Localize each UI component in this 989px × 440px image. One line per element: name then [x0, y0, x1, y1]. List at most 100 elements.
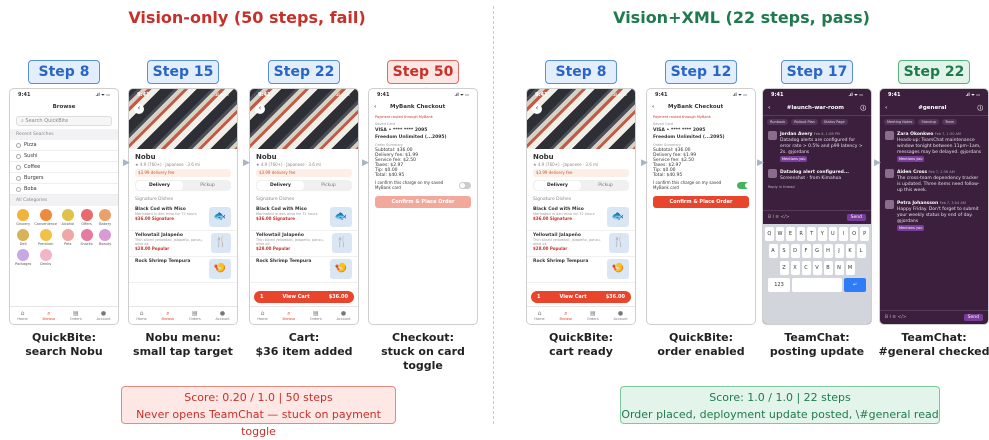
tab-orders[interactable]: ▤ Orders	[310, 310, 322, 321]
author-name: Zara Okonkwo	[897, 132, 934, 137]
channel-chip[interactable]: Runbook	[767, 119, 789, 125]
recent-search-item[interactable]: Coffee	[10, 162, 118, 173]
channel-chip[interactable]: Rollout Plan	[791, 119, 818, 125]
tab-home[interactable]: ⌂ Home	[17, 310, 27, 321]
tab-orders[interactable]: ▤ Orders	[70, 310, 82, 321]
tab-orders[interactable]: ▤ Orders	[189, 310, 201, 321]
confirm-charge-toggle[interactable]	[458, 181, 471, 189]
dish-desc: Thin sliced yellowtail, jalapeño, ponzu,…	[135, 238, 203, 246]
clock-icon	[16, 142, 21, 148]
info-icon[interactable]: ⓘ	[977, 104, 983, 112]
space-key	[792, 278, 842, 292]
dish-row[interactable]: Black Cod with Miso Marinated in den miso…	[527, 205, 635, 231]
search-input[interactable]: ⌕ Search QuickBite	[16, 116, 112, 126]
delivery-pickup-toggle[interactable]: Delivery Pickup	[135, 180, 231, 191]
category-item[interactable]: Pets	[60, 229, 76, 246]
tab-home[interactable]: ⌂ Home	[534, 310, 544, 321]
flow-arrow-icon: ▶	[874, 158, 881, 168]
tab-home[interactable]: ⌂ Home	[257, 310, 267, 321]
dish-name: Rock Shrimp Tempura	[256, 259, 312, 264]
category-item[interactable]: Alcohol	[60, 209, 76, 226]
channel-chip[interactable]: Team	[941, 119, 958, 125]
back-button[interactable]: ‹	[134, 104, 144, 114]
send-button[interactable]: Send	[963, 314, 983, 321]
composer-input[interactable]: B I ≡ </>	[885, 315, 907, 320]
tab-browse[interactable]: ⌕ Browse	[161, 310, 174, 321]
recent-search-item[interactable]: Sushi	[10, 151, 118, 162]
back-button[interactable]: ‹	[255, 104, 265, 114]
category-item[interactable]: Snacks	[79, 229, 95, 246]
dish-row[interactable]: Yellowtail Jalapeño Thin sliced yellowtai…	[250, 231, 358, 257]
confirm-charge-text: I confirm this charge on my saved MyBank…	[375, 180, 444, 190]
account-icon: ●	[100, 310, 107, 317]
dish-row[interactable]: Rock Shrimp Tempura 🍤	[527, 257, 635, 283]
tab-bar: ⌂ Home ⌕ Browse ▤ Orders ● Account	[129, 306, 237, 324]
view-cart-button[interactable]: 1 View Cart $36.00	[531, 291, 631, 303]
category-item[interactable]: Premium	[34, 229, 57, 246]
saved-card-label: Saved Card	[375, 122, 396, 126]
confirm-charge-toggle[interactable]	[736, 181, 751, 189]
category-icon	[80, 209, 93, 221]
key: L	[856, 244, 866, 258]
tab-browse[interactable]: ⌕ Browse	[42, 310, 55, 321]
place-order-button[interactable]: Confirm & Place Order	[375, 196, 471, 208]
category-item[interactable]: Beauty	[97, 229, 113, 246]
avatar	[885, 200, 894, 209]
tab-account[interactable]: ● Account	[336, 310, 350, 321]
account-icon: ●	[219, 310, 226, 317]
delivery-pickup-toggle[interactable]: Delivery Pickup	[533, 180, 629, 191]
category-item[interactable]: Packages	[15, 249, 31, 266]
back-button[interactable]: ‹	[374, 104, 390, 110]
dish-row[interactable]: Rock Shrimp Tempura 🍤	[129, 257, 237, 283]
delivery-pickup-toggle[interactable]: Delivery Pickup	[256, 180, 352, 191]
dish-row[interactable]: Yellowtail Jalapeño Thin sliced yellowtai…	[527, 231, 635, 257]
channel-chip[interactable]: Meeting Notes	[884, 119, 916, 125]
tab-home[interactable]: ⌂ Home	[136, 310, 146, 321]
tab-orders[interactable]: ▤ Orders	[587, 310, 599, 321]
dish-row[interactable]: Rock Shrimp Tempura 🍤	[250, 257, 358, 283]
tab-account[interactable]: ● Account	[613, 310, 627, 321]
dish-row[interactable]: Black Cod with Miso Marinated in den miso…	[250, 205, 358, 231]
send-button[interactable]: Send	[846, 214, 866, 221]
keyboard[interactable]: Q W E R T Y U I O P A S D F G H J K L Z X C V B N M 123 ↵	[763, 224, 871, 324]
category-item[interactable]: Drinks	[34, 249, 57, 266]
back-icon[interactable]: ‹	[885, 105, 887, 111]
message-time: Feb 7, 2:36 AM	[928, 170, 955, 174]
status-time: 9:41	[137, 92, 150, 98]
recent-search-item[interactable]: Boba	[10, 184, 118, 195]
category-item[interactable]: Offers	[79, 209, 95, 226]
tab-browse[interactable]: ⌕ Browse	[559, 310, 572, 321]
cart-label: View Cart	[282, 294, 310, 300]
delivery-fee-badge: $3.99 delivery fee	[135, 169, 231, 177]
message-text: The cross-team dependency tracker is upd…	[897, 176, 980, 193]
reply-in-thread[interactable]: Reply in thread	[763, 185, 871, 189]
category-item[interactable]: Deli	[15, 229, 31, 246]
composer-input[interactable]: B I ≡ </>	[768, 215, 790, 220]
channel-chip[interactable]: Standup	[918, 119, 939, 125]
avatar	[885, 169, 894, 178]
channel-chip[interactable]: Status Page	[820, 119, 848, 125]
recent-search-item[interactable]: Burgers	[10, 173, 118, 184]
info-icon[interactable]: ⓘ	[860, 104, 866, 112]
view-cart-button[interactable]: 1 View Cart $36.00	[254, 291, 354, 303]
browse-title: Browse	[52, 104, 76, 110]
dish-row[interactable]: Black Cod with Miso Marinated in den miso…	[129, 205, 237, 231]
tab-delivery: Delivery	[136, 181, 183, 190]
step-panel: Step 50 ✗ 9:41 .ıl ᯤ ▭ ‹MyBank Checkout Pa…	[368, 60, 478, 372]
tab-browse[interactable]: ⌕ Browse	[282, 310, 295, 321]
category-item[interactable]: Grocery	[15, 209, 31, 226]
clock-icon	[16, 153, 21, 159]
back-icon[interactable]: ‹	[768, 105, 770, 111]
restaurant-name: Nobu	[135, 153, 156, 161]
key: F	[801, 244, 811, 258]
place-order-button[interactable]: Confirm & Place Order	[653, 196, 749, 208]
dish-row[interactable]: Yellowtail Jalapeño Thin sliced yellowtai…	[129, 231, 237, 257]
tab-account[interactable]: ● Account	[96, 310, 110, 321]
delivery-fee-badge: $3.99 delivery fee	[533, 169, 629, 177]
category-item[interactable]: Convenience	[34, 209, 57, 226]
recent-search-item[interactable]: Pizza	[10, 140, 118, 151]
back-button[interactable]: ‹	[652, 104, 668, 110]
tab-account[interactable]: ● Account	[215, 310, 229, 321]
category-item[interactable]: Bakery	[97, 209, 113, 226]
back-button[interactable]: ‹	[532, 104, 542, 114]
